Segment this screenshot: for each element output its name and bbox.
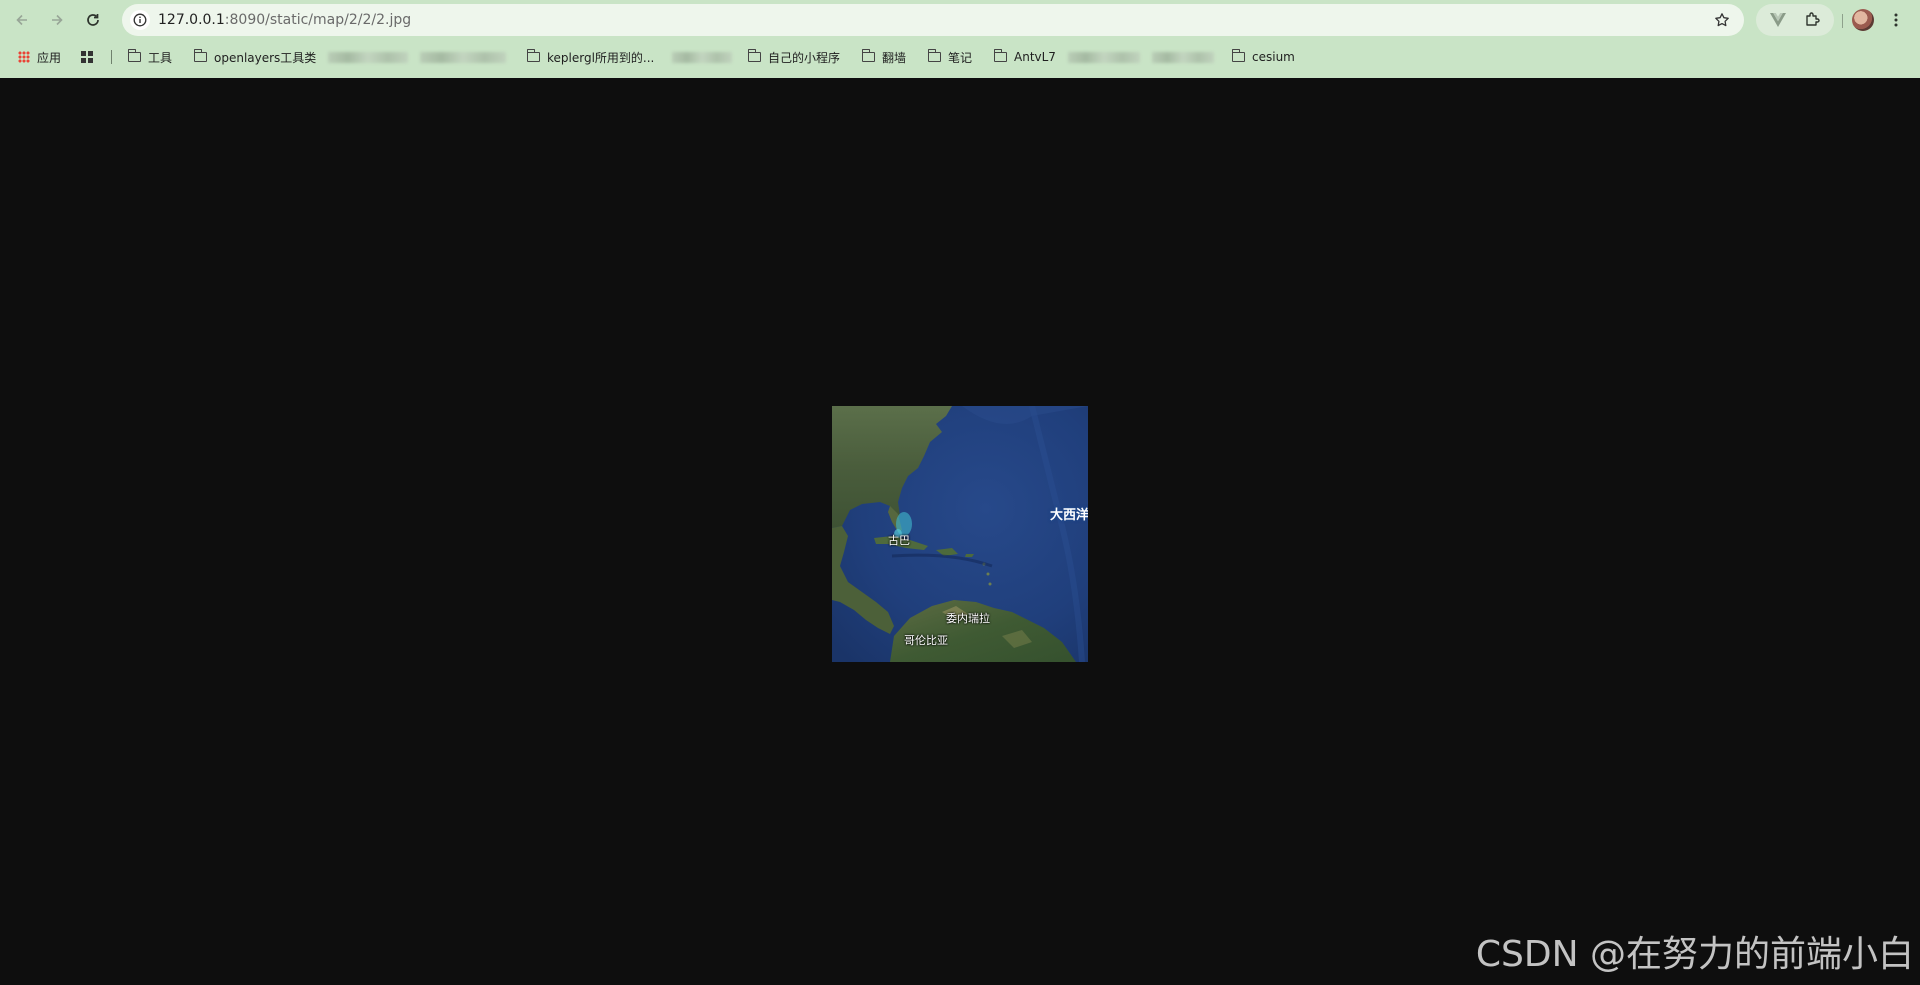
- bookmark-folder-openlayers[interactable]: openlayers工具类: [193, 47, 317, 67]
- bookmark-label: 翻墙: [882, 50, 907, 65]
- browser-chrome: 127.0.0.1:8090/static/map/2/2/2.jpg 应用 工…: [0, 0, 1920, 78]
- folder-icon: [526, 49, 540, 62]
- address-bar[interactable]: 127.0.0.1:8090/static/map/2/2/2.jpg: [122, 4, 1744, 36]
- profile-avatar[interactable]: [1852, 9, 1874, 31]
- bookmark-label: AntvL7: [1014, 50, 1056, 64]
- menu-button[interactable]: [1884, 8, 1908, 32]
- bookmark-folder-cesium[interactable]: cesium: [1231, 47, 1295, 67]
- url-host: 127.0.0.1: [158, 12, 225, 28]
- map-label-cuba: 古巴: [888, 534, 910, 547]
- bookmark-label: 应用: [37, 50, 62, 65]
- bookmarks-bar: 应用 工具 openlayers工具类 keplergl所用到的... 自己的小…: [0, 44, 1920, 70]
- redacted-bookmark: [1068, 52, 1140, 63]
- arrow-right-icon: [52, 14, 63, 26]
- extensions-group: [1756, 4, 1834, 36]
- folder-icon: [927, 49, 941, 62]
- star-icon: [1715, 13, 1729, 27]
- bookmark-folder-vpn[interactable]: 翻墙: [861, 47, 907, 67]
- redacted-bookmark: [420, 52, 506, 63]
- bookmark-folder-mini-programs[interactable]: 自己的小程序: [747, 47, 841, 67]
- map-tile-image: 古巴 大西洋 委内瑞拉 哥伦比亚: [832, 406, 1088, 662]
- folder-icon: [747, 49, 761, 62]
- back-button[interactable]: [10, 8, 34, 32]
- bookmark-label: 工具: [148, 50, 173, 65]
- folder-icon: [1231, 49, 1245, 62]
- csdn-watermark: CSDN @在努力的前端小白: [1475, 934, 1914, 975]
- apps-icon: [18, 51, 30, 63]
- url-text[interactable]: 127.0.0.1:8090/static/map/2/2/2.jpg: [158, 12, 411, 28]
- redacted-bookmark: [672, 52, 732, 63]
- extensions-button[interactable]: [1800, 8, 1824, 32]
- page-content: 古巴 大西洋 委内瑞拉 哥伦比亚: [0, 78, 1920, 985]
- bookmark-label: 笔记: [948, 50, 973, 65]
- toolbar-separator: [1842, 14, 1843, 28]
- folder-icon: [993, 49, 1007, 62]
- browser-toolbar: 127.0.0.1:8090/static/map/2/2/2.jpg: [0, 0, 1920, 40]
- folder-icon: [193, 49, 207, 62]
- bookmark-folder-tools[interactable]: 工具: [127, 47, 173, 67]
- bookmark-apps[interactable]: 应用: [18, 47, 61, 67]
- bookmark-tab-groups[interactable]: [81, 47, 93, 67]
- redacted-bookmark: [328, 52, 408, 63]
- arrow-left-icon: [16, 14, 27, 26]
- bookmark-folder-keplergl[interactable]: keplergl所用到的...: [526, 47, 655, 67]
- reload-icon: [87, 14, 99, 26]
- vue-icon: [1770, 13, 1786, 27]
- reload-button[interactable]: [81, 8, 105, 32]
- puzzle-icon: [1806, 12, 1820, 26]
- bookmark-folder-antvl7[interactable]: AntvL7: [993, 47, 1056, 67]
- map-label-atlantic: 大西洋: [1050, 508, 1088, 523]
- bookmark-folder-notes[interactable]: 笔记: [927, 47, 973, 67]
- bookmark-label: cesium: [1252, 50, 1295, 64]
- grid-icon: [81, 51, 93, 63]
- bookmark-label: openlayers工具类: [214, 50, 317, 65]
- vue-devtools-extension[interactable]: [1766, 8, 1790, 32]
- bookmarks-separator: [111, 50, 112, 64]
- folder-icon: [127, 49, 141, 62]
- site-info-button[interactable]: [130, 10, 150, 30]
- info-icon: [133, 13, 147, 27]
- redacted-bookmark: [1152, 52, 1214, 63]
- bookmark-star-button[interactable]: [1710, 8, 1734, 32]
- bookmark-label: keplergl所用到的...: [547, 50, 655, 65]
- url-path: :8090/static/map/2/2/2.jpg: [224, 12, 412, 28]
- more-vertical-icon: [1894, 13, 1898, 27]
- map-label-venezuela: 委内瑞拉: [946, 612, 990, 625]
- forward-button[interactable]: [45, 8, 69, 32]
- folder-icon: [861, 49, 875, 62]
- map-label-colombia: 哥伦比亚: [904, 634, 948, 647]
- bookmark-label: 自己的小程序: [768, 50, 841, 65]
